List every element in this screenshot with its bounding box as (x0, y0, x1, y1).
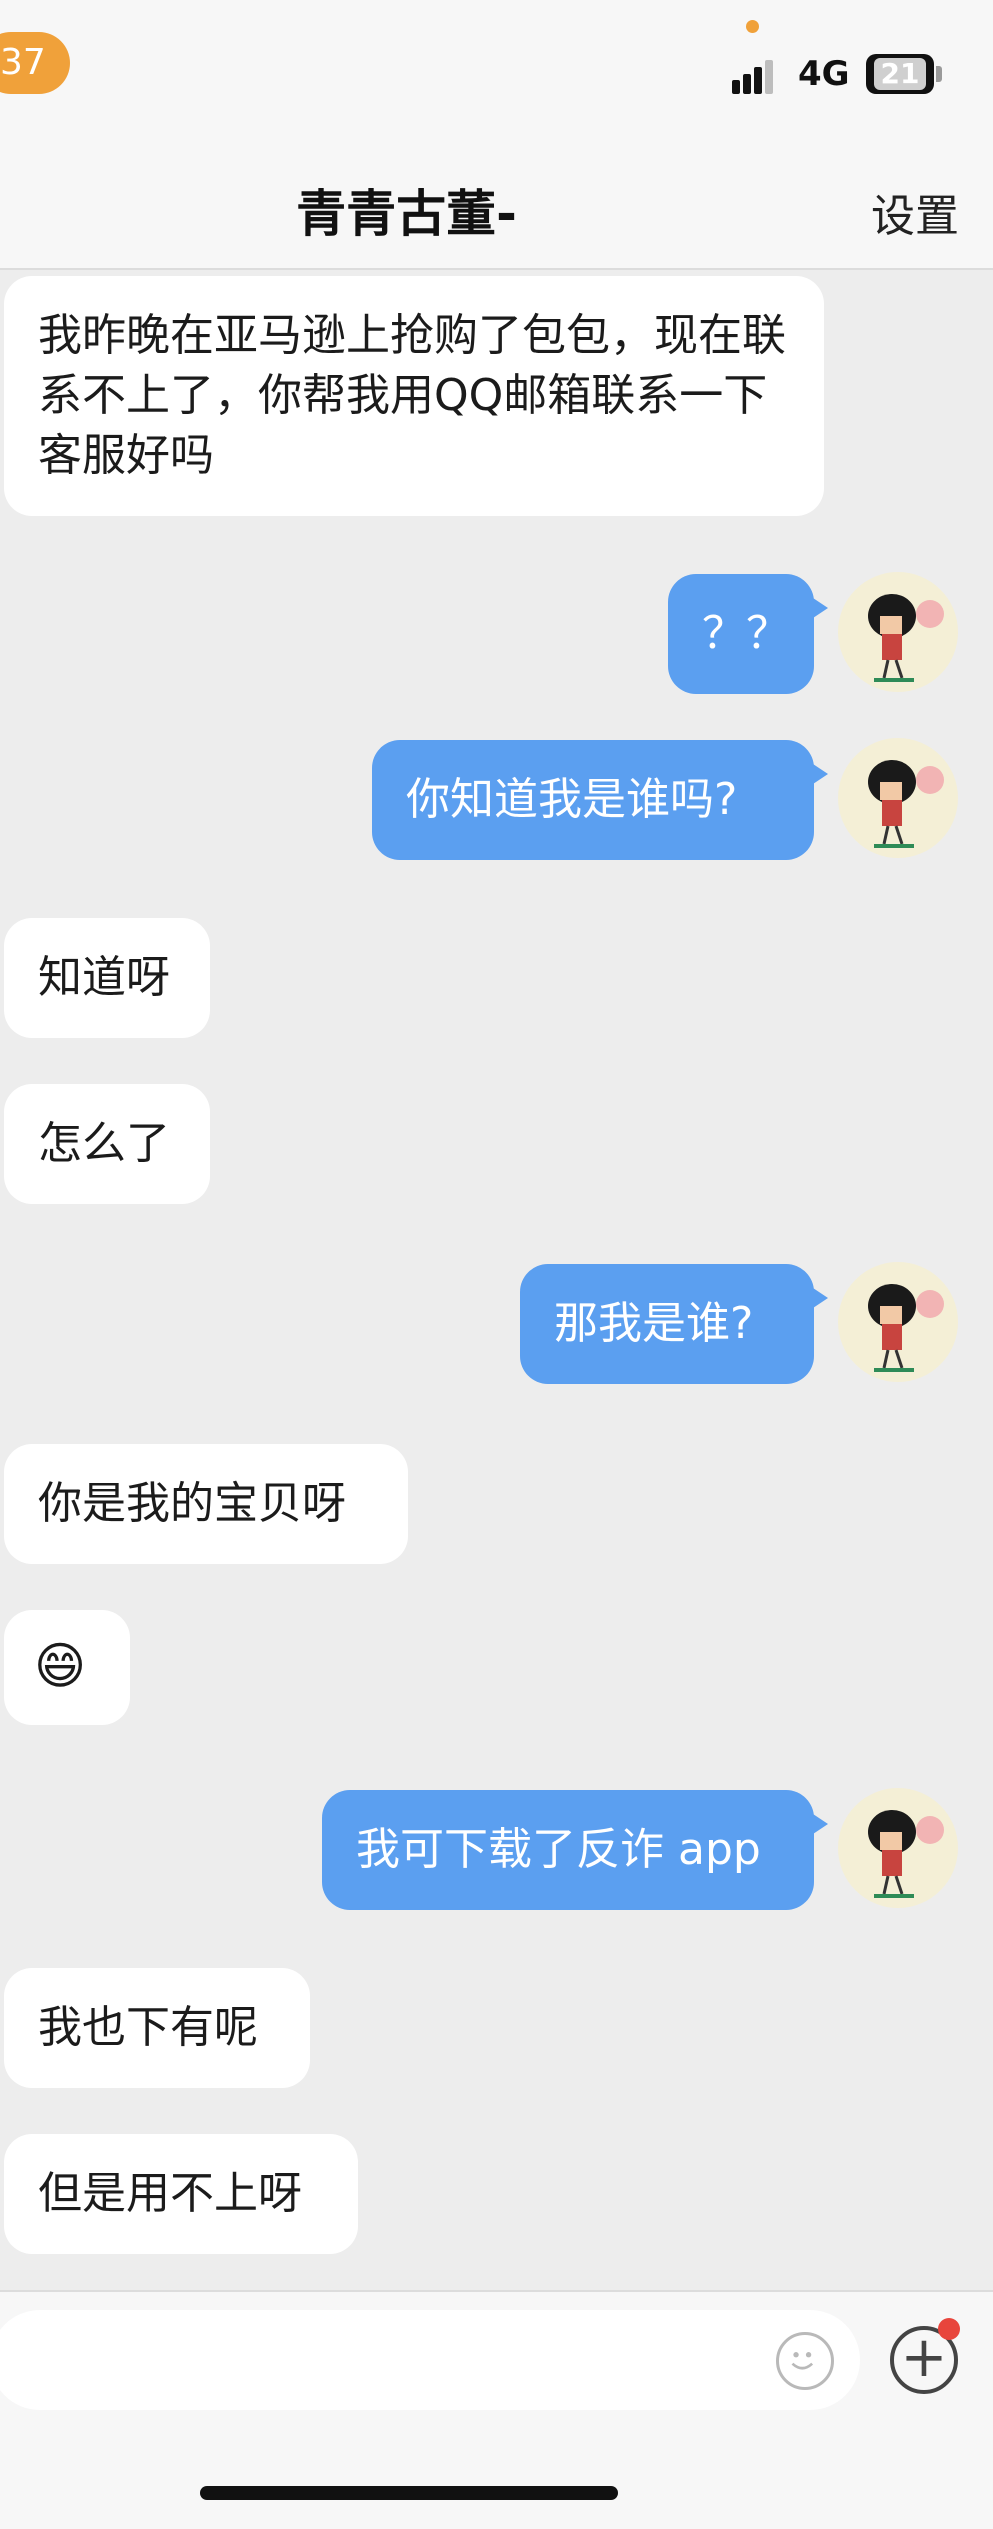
outgoing-message[interactable]: 那我是谁? (520, 1264, 828, 1384)
message-text: 知道呀 (38, 952, 170, 1003)
message-text: 那我是谁? (554, 1298, 754, 1349)
message-text: 但是用不上呀 (38, 2168, 302, 2219)
battery-icon: 21 (866, 54, 934, 94)
incoming-message[interactable]: 但是用不上呀 (4, 2134, 358, 2254)
signal-strength-icon (732, 58, 784, 94)
user-avatar[interactable] (838, 1262, 958, 1382)
network-type-label: 4G (798, 54, 850, 94)
message-text: 我昨晚在亚马逊上抢购了包包，现在联系不上了，你帮我用QQ邮箱联系一下客服好吗 (38, 310, 786, 481)
top-bar: 37 4G 21 青青古董- 设置 (0, 0, 993, 270)
girl-avatar-icon (868, 1810, 944, 1898)
home-indicator (200, 2486, 618, 2500)
incoming-message[interactable]: 你是我的宝贝呀 (4, 1444, 408, 1564)
incoming-message[interactable]: 我昨晚在亚马逊上抢购了包包，现在联系不上了，你帮我用QQ邮箱联系一下客服好吗 (4, 276, 824, 516)
message-input[interactable] (0, 2310, 860, 2410)
message-text: 我可下载了反诈 app (356, 1824, 761, 1875)
battery-level: 21 (874, 58, 926, 90)
girl-avatar-icon (868, 594, 944, 682)
incoming-message[interactable]: 知道呀 (4, 918, 210, 1038)
incoming-message[interactable]: 怎么了 (4, 1084, 210, 1204)
girl-avatar-icon (868, 1284, 944, 1372)
message-text: 怎么了 (38, 1118, 170, 1169)
user-avatar[interactable] (838, 1788, 958, 1908)
outgoing-message[interactable]: 我可下载了反诈 app (322, 1790, 828, 1910)
incoming-message[interactable]: 😄 (4, 1610, 130, 1725)
outgoing-message[interactable]: ？？ (668, 574, 828, 694)
incoming-message[interactable]: 我也下有呢 (4, 1968, 310, 2088)
outgoing-message[interactable]: 你知道我是谁吗? (372, 740, 828, 860)
settings-button[interactable]: 设置 (871, 180, 959, 244)
notification-dot (938, 2318, 960, 2340)
privacy-indicator-dot (746, 20, 759, 33)
message-text: ？？ (702, 608, 790, 659)
smiley-face-icon[interactable] (776, 2332, 834, 2390)
message-text: 你是我的宝贝呀 (38, 1478, 346, 1529)
battery-cap (936, 66, 942, 82)
user-avatar[interactable] (838, 572, 958, 692)
girl-avatar-icon (868, 760, 944, 848)
message-text: 我也下有呢 (38, 2002, 258, 2053)
user-avatar[interactable] (838, 738, 958, 858)
chat-title: 青青古董- (296, 185, 517, 243)
message-text: 你知道我是谁吗? (406, 774, 738, 825)
unread-count-badge: 37 (0, 42, 46, 83)
back-button[interactable]: 37 (0, 32, 70, 94)
laughing-emoji-icon: 😄 (34, 1637, 87, 1695)
